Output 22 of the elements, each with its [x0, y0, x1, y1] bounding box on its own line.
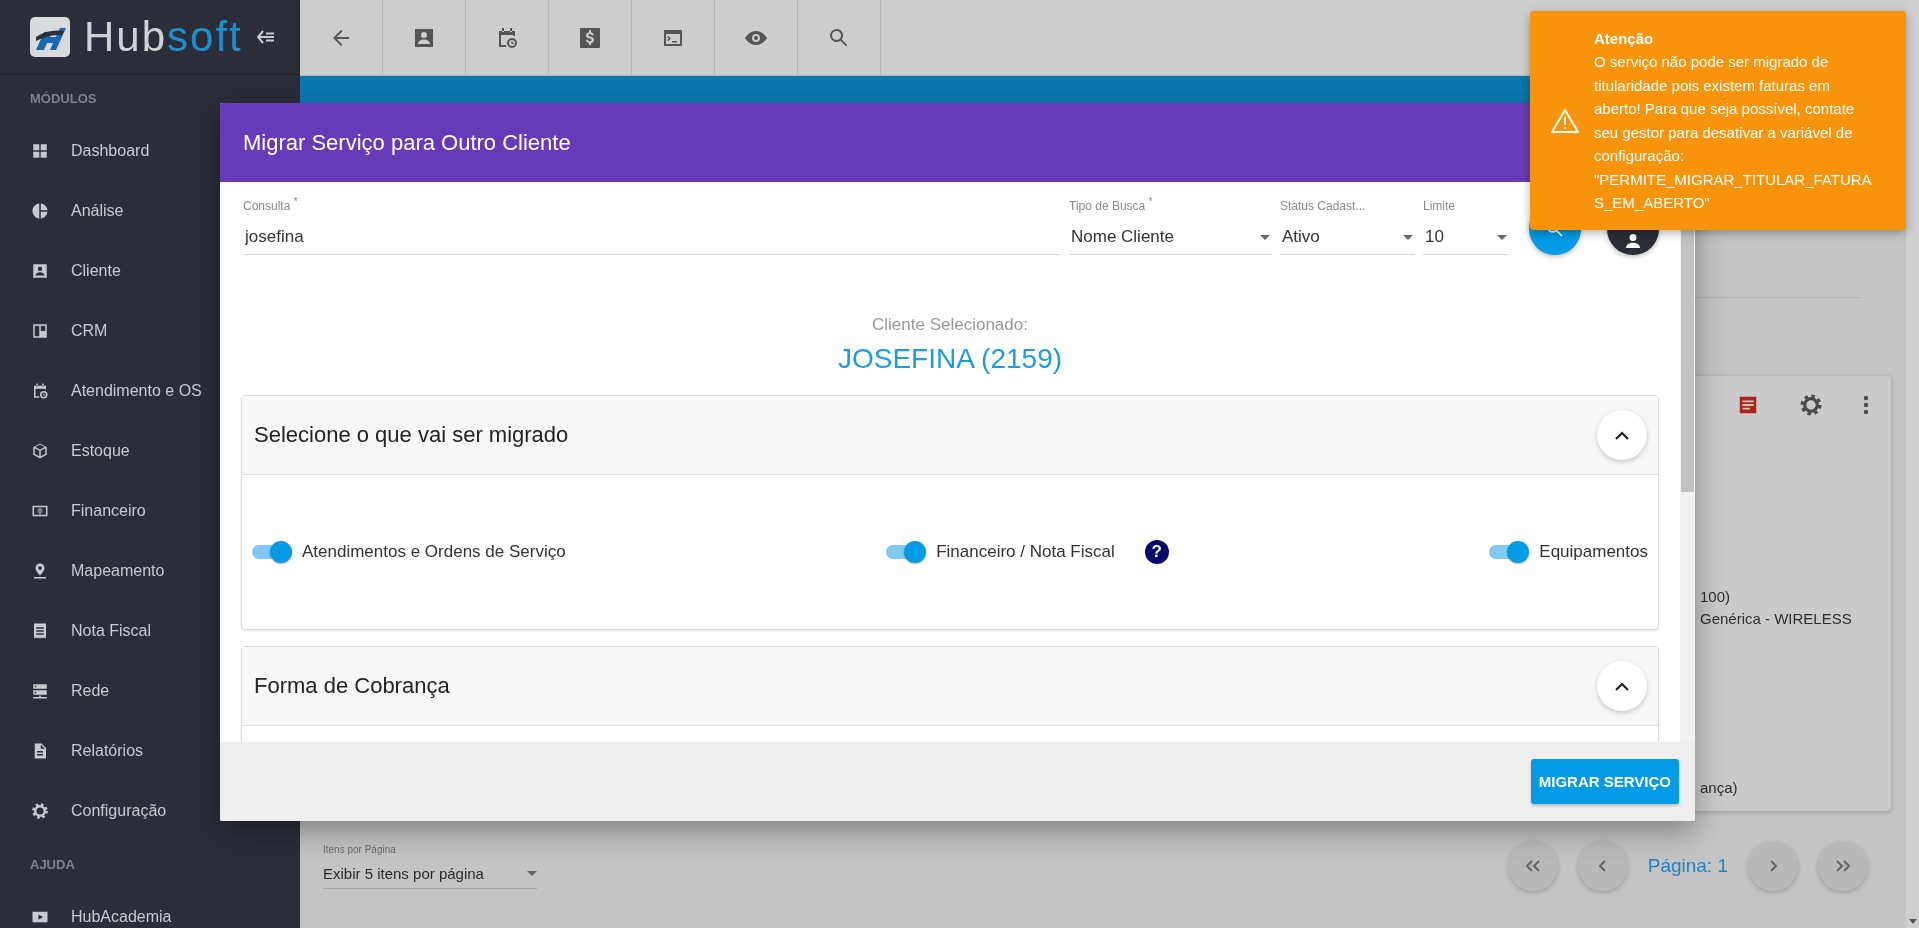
field-label: Itens por Página: [323, 843, 397, 855]
panel-title: Forma de Cobrança: [254, 673, 450, 699]
card-text: 100): [1700, 588, 1732, 605]
field-label: Consulta $^{*}$: [243, 196, 299, 213]
toast-title: Atenção: [1594, 28, 1655, 49]
brand-name: Hubsoft: [84, 13, 243, 61]
panel-title: Selecione o que vai ser migrado: [254, 422, 569, 448]
section-heading: MÓDULOS: [29, 89, 98, 108]
card-text: ança): [1700, 779, 1739, 796]
toggle-label: Equipamentos: [1539, 542, 1648, 562]
toggle-label: Financeiro / Nota Fiscal: [936, 542, 1115, 562]
field-label: Status Cadast...: [1280, 199, 1367, 213]
selected-client-name: JOSEFINA (2159): [837, 343, 1063, 375]
toggle-label: Atendimentos e Ordens de Serviço: [302, 542, 566, 562]
dialog-title: Migrar Serviço para Outro Cliente: [243, 129, 571, 156]
selected-client-label: Cliente Selecionado:: [872, 315, 1028, 335]
field-label: Limite: [1423, 199, 1456, 213]
toast-message: O serviço não pode ser migrado de titularidade pois existem faturas em aberto! Para que seja possível, contate seu gestor para desativar a variável de configuração: "PERMITE_MIGRAR_TITULAR_FATURAS_EM_ABERTO": [1594, 52, 1873, 213]
card-text: Genérica - WIRELESS: [1700, 610, 1853, 627]
field-label: Tipo de Busca $^{*}$: [1069, 196, 1154, 213]
section-heading: AJUDA: [29, 855, 76, 874]
page-indicator: Página: 1: [1647, 855, 1728, 877]
